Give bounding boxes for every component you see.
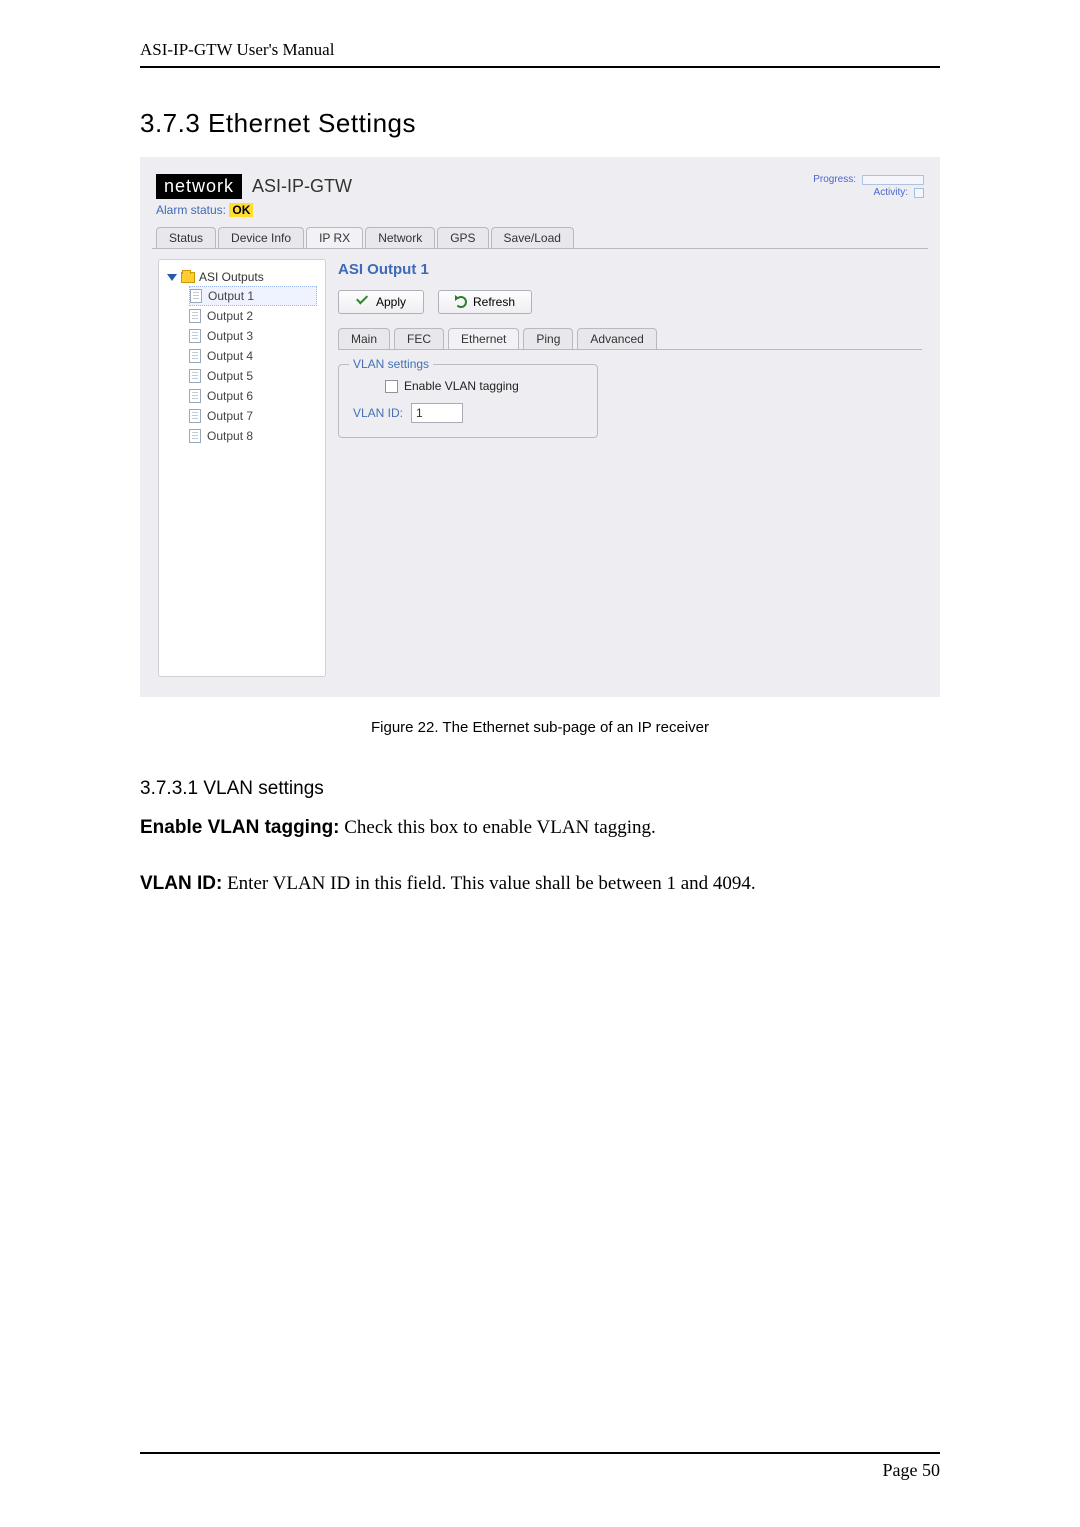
tree-item-output-8[interactable]: Output 8 bbox=[189, 426, 317, 446]
tab-ip-rx[interactable]: IP RX bbox=[306, 227, 363, 248]
tree-item-output-1[interactable]: Output 1 bbox=[189, 286, 317, 306]
figure-caption: Figure 22. The Ethernet sub-page of an I… bbox=[140, 719, 940, 736]
page-icon bbox=[189, 389, 201, 403]
apply-button-label: Apply bbox=[376, 295, 406, 309]
activity-indicator-icon bbox=[914, 188, 924, 198]
page-footer: Page 50 bbox=[140, 1452, 940, 1481]
tree-item-output-7[interactable]: Output 7 bbox=[189, 406, 317, 426]
tab-device-info[interactable]: Device Info bbox=[218, 227, 304, 248]
inner-tab-fec[interactable]: FEC bbox=[394, 328, 444, 349]
tree-root[interactable]: ASI Outputs bbox=[167, 268, 317, 286]
tab-network[interactable]: Network bbox=[365, 227, 435, 248]
inner-tab-advanced[interactable]: Advanced bbox=[577, 328, 656, 349]
page-icon bbox=[190, 289, 202, 303]
tree-item-label: Output 5 bbox=[207, 369, 253, 383]
inner-tab-ping[interactable]: Ping bbox=[523, 328, 573, 349]
refresh-button-label: Refresh bbox=[473, 295, 515, 309]
subsection-heading: 3.7.3.1 VLAN settings bbox=[140, 778, 940, 800]
vlan-id-label: VLAN ID: bbox=[353, 406, 403, 420]
progress-label: Progress: bbox=[813, 173, 856, 186]
inner-tab-main[interactable]: Main bbox=[338, 328, 390, 349]
tree-item-output-4[interactable]: Output 4 bbox=[189, 346, 317, 366]
enable-vlan-label: Enable VLAN tagging bbox=[404, 379, 519, 393]
page-icon bbox=[189, 349, 201, 363]
page-icon bbox=[189, 329, 201, 343]
tree-item-label: Output 2 bbox=[207, 309, 253, 323]
collapse-icon bbox=[167, 274, 177, 281]
tree-item-label: Output 4 bbox=[207, 349, 253, 363]
inner-tab-ethernet[interactable]: Ethernet bbox=[448, 328, 519, 349]
tree-item-label: Output 1 bbox=[208, 289, 254, 303]
content-panel: ASI Output 1 Apply Refresh Main FEC Ethe… bbox=[338, 259, 922, 438]
paragraph-enable-vlan: Enable VLAN tagging: Check this box to e… bbox=[140, 814, 940, 842]
page-icon bbox=[189, 429, 201, 443]
tree-item-output-2[interactable]: Output 2 bbox=[189, 306, 317, 326]
tree-item-label: Output 6 bbox=[207, 389, 253, 403]
refresh-button[interactable]: Refresh bbox=[438, 290, 532, 314]
tab-body: ASI Outputs Output 1 Output 2 Output 3 bbox=[152, 249, 928, 681]
page-icon bbox=[189, 309, 201, 323]
tree-item-output-3[interactable]: Output 3 bbox=[189, 326, 317, 346]
vlan-settings-legend: VLAN settings bbox=[349, 357, 433, 371]
inner-tabs: Main FEC Ethernet Ping Advanced bbox=[338, 328, 922, 350]
progress-activity-block: Progress: Activity: bbox=[813, 173, 924, 199]
refresh-icon bbox=[455, 296, 467, 308]
vlan-id-row: VLAN ID: bbox=[353, 403, 583, 423]
sidebar-tree: ASI Outputs Output 1 Output 2 Output 3 bbox=[158, 259, 326, 677]
app-window: network ASI-IP-GTW Progress: Activity: A… bbox=[140, 157, 940, 697]
para2-label: VLAN ID: bbox=[140, 873, 222, 894]
progress-bar bbox=[862, 175, 924, 185]
content-title: ASI Output 1 bbox=[338, 261, 922, 278]
tree-item-label: Output 8 bbox=[207, 429, 253, 443]
tree-item-output-6[interactable]: Output 6 bbox=[189, 386, 317, 406]
brand-name: ASI-IP-GTW bbox=[252, 176, 352, 197]
check-icon bbox=[356, 297, 370, 307]
brand: network ASI-IP-GTW bbox=[156, 174, 352, 199]
activity-row: Activity: bbox=[813, 186, 924, 199]
vlan-id-input[interactable] bbox=[411, 403, 463, 423]
page-icon bbox=[189, 369, 201, 383]
progress-row: Progress: bbox=[813, 173, 924, 186]
folder-icon bbox=[181, 272, 195, 283]
tree-root-label: ASI Outputs bbox=[199, 270, 264, 284]
activity-label: Activity: bbox=[874, 186, 908, 199]
button-row: Apply Refresh bbox=[338, 290, 922, 314]
para1-label: Enable VLAN tagging: bbox=[140, 817, 340, 838]
tree-item-label: Output 7 bbox=[207, 409, 253, 423]
tab-save-load[interactable]: Save/Load bbox=[491, 227, 574, 248]
paragraph-vlan-id: VLAN ID: Enter VLAN ID in this field. Th… bbox=[140, 870, 940, 898]
page-header: ASI-IP-GTW User's Manual bbox=[140, 40, 940, 68]
section-heading: 3.7.3 Ethernet Settings bbox=[140, 108, 940, 139]
enable-vlan-checkbox[interactable] bbox=[385, 380, 398, 393]
para1-rest: Check this box to enable VLAN tagging. bbox=[340, 817, 656, 838]
alarm-prefix: Alarm status: bbox=[156, 203, 229, 217]
main-tabs: Status Device Info IP RX Network GPS Sav… bbox=[152, 227, 928, 249]
alarm-status: Alarm status: OK bbox=[152, 201, 928, 227]
alarm-badge: OK bbox=[229, 203, 253, 217]
tree-item-label: Output 3 bbox=[207, 329, 253, 343]
para2-rest: Enter VLAN ID in this field. This value … bbox=[222, 873, 755, 894]
tree-item-output-5[interactable]: Output 5 bbox=[189, 366, 317, 386]
tab-status[interactable]: Status bbox=[156, 227, 216, 248]
brand-logo: network bbox=[156, 174, 242, 199]
vlan-settings-group: VLAN settings Enable VLAN tagging VLAN I… bbox=[338, 364, 598, 438]
enable-vlan-row: Enable VLAN tagging bbox=[385, 379, 583, 393]
tree-children: Output 1 Output 2 Output 3 Output 4 bbox=[167, 286, 317, 446]
tab-gps[interactable]: GPS bbox=[437, 227, 488, 248]
app-topbar: network ASI-IP-GTW Progress: Activity: bbox=[152, 167, 928, 201]
apply-button[interactable]: Apply bbox=[338, 290, 424, 314]
page-icon bbox=[189, 409, 201, 423]
